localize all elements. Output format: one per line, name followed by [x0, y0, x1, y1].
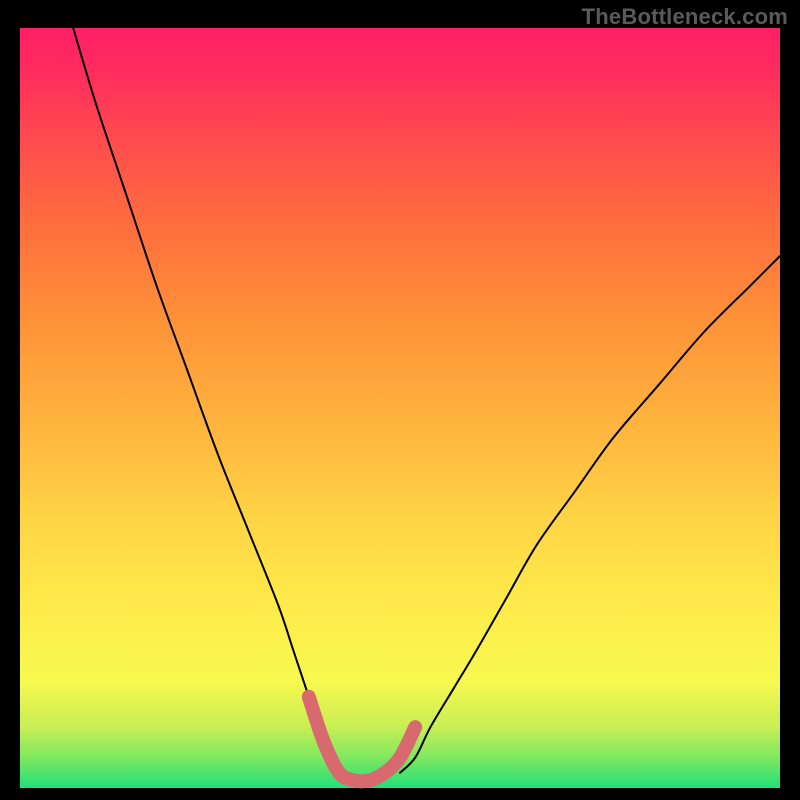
chart-root: TheBottleneck.com — [0, 0, 800, 800]
plot-frame — [20, 28, 780, 788]
valley-highlight — [309, 697, 415, 782]
watermark-text: TheBottleneck.com — [582, 4, 788, 30]
bottleneck-curve-left — [73, 28, 339, 773]
bottleneck-curve-right — [400, 256, 780, 773]
curve-layer — [20, 28, 780, 788]
